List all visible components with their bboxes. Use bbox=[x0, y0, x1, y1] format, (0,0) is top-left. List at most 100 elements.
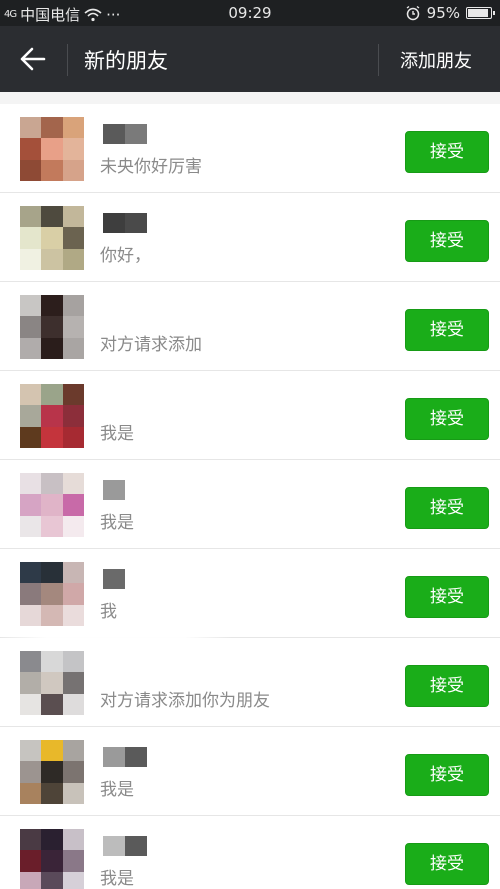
accept-button[interactable]: 接受 bbox=[405, 576, 489, 618]
accept-button[interactable]: 接受 bbox=[405, 665, 489, 707]
avatar[interactable] bbox=[20, 651, 84, 715]
mosaic-block bbox=[103, 569, 125, 589]
avatar-pixel bbox=[62, 248, 84, 270]
avatar-pixel bbox=[20, 782, 42, 804]
mosaic-block bbox=[125, 124, 147, 144]
friend-request-row[interactable]: 对方请求添加你为朋友 接受 bbox=[0, 638, 500, 727]
avatar-pixel bbox=[41, 295, 63, 317]
friend-request-row[interactable]: 我是 接受 bbox=[0, 727, 500, 816]
avatar-pixel bbox=[62, 515, 84, 537]
avatar[interactable] bbox=[20, 562, 84, 626]
avatar[interactable] bbox=[20, 384, 84, 448]
accept-button[interactable]: 接受 bbox=[405, 843, 489, 885]
avatar-pixel bbox=[62, 337, 84, 359]
avatar-pixel bbox=[62, 562, 84, 584]
avatar-pixel bbox=[41, 604, 63, 626]
request-message: 我是 bbox=[100, 869, 134, 889]
blur-overlay bbox=[0, 626, 232, 648]
avatar-pixel bbox=[20, 405, 42, 427]
avatar-pixel bbox=[20, 337, 42, 359]
accept-button[interactable]: 接受 bbox=[405, 398, 489, 440]
avatar-pixel bbox=[41, 473, 63, 495]
contact-name-redacted bbox=[103, 213, 147, 233]
avatar-pixel bbox=[62, 227, 84, 249]
battery-percent: 95% bbox=[426, 4, 460, 22]
mosaic-block bbox=[125, 213, 147, 233]
accept-button[interactable]: 接受 bbox=[405, 754, 489, 796]
nav-bar: 新的朋友 添加朋友 bbox=[0, 26, 500, 92]
friend-request-row[interactable]: 我是 接受 bbox=[0, 460, 500, 549]
friend-request-row[interactable]: 对方请求添加 接受 bbox=[0, 282, 500, 371]
request-message: 你好， bbox=[100, 246, 151, 266]
avatar-pixel bbox=[41, 651, 63, 673]
avatar-pixel bbox=[20, 604, 42, 626]
avatar-pixel bbox=[20, 761, 42, 783]
avatar-pixel bbox=[41, 384, 63, 406]
avatar-pixel bbox=[62, 473, 84, 495]
avatar-pixel bbox=[62, 583, 84, 605]
mosaic-block bbox=[103, 747, 125, 767]
mosaic-block bbox=[103, 213, 125, 233]
avatar-pixel bbox=[62, 159, 84, 181]
avatar-pixel bbox=[62, 295, 84, 317]
contact-name-redacted bbox=[103, 747, 147, 767]
avatar-pixel bbox=[41, 829, 63, 851]
contact-name-redacted bbox=[103, 480, 125, 500]
request-message: 对方请求添加你为朋友 bbox=[100, 691, 270, 711]
friend-request-row[interactable]: 我是 接受 bbox=[0, 371, 500, 460]
avatar-pixel bbox=[41, 159, 63, 181]
avatar-pixel bbox=[20, 295, 42, 317]
accept-button[interactable]: 接受 bbox=[405, 487, 489, 529]
request-message: 我是 bbox=[100, 780, 134, 800]
avatar[interactable] bbox=[20, 295, 84, 359]
avatar-pixel bbox=[20, 829, 42, 851]
avatar[interactable] bbox=[20, 740, 84, 804]
avatar-pixel bbox=[62, 693, 84, 715]
avatar-pixel bbox=[41, 248, 63, 270]
page-title: 新的朋友 bbox=[84, 49, 168, 73]
mosaic-block bbox=[125, 836, 147, 856]
avatar-pixel bbox=[62, 117, 84, 139]
avatar-pixel bbox=[41, 206, 63, 228]
request-message: 未央你好厉害 bbox=[100, 157, 202, 177]
avatar-pixel bbox=[20, 206, 42, 228]
avatar-pixel bbox=[20, 316, 42, 338]
accept-button[interactable]: 接受 bbox=[405, 309, 489, 351]
avatar-pixel bbox=[20, 515, 42, 537]
accept-button[interactable]: 接受 bbox=[405, 131, 489, 173]
friend-request-row[interactable]: 我是 接受 bbox=[0, 816, 500, 889]
avatar-pixel bbox=[20, 494, 42, 516]
avatar-pixel bbox=[62, 651, 84, 673]
friend-request-row[interactable]: 你好， 接受 bbox=[0, 193, 500, 282]
avatar-pixel bbox=[20, 473, 42, 495]
avatar[interactable] bbox=[20, 829, 84, 889]
list-top-shadow bbox=[0, 92, 500, 104]
avatar-pixel bbox=[62, 604, 84, 626]
battery-icon bbox=[466, 7, 495, 19]
avatar-pixel bbox=[62, 782, 84, 804]
avatar-pixel bbox=[20, 248, 42, 270]
avatar-pixel bbox=[62, 138, 84, 160]
friend-request-row[interactable]: 我 接受 bbox=[0, 549, 500, 638]
back-button[interactable] bbox=[12, 40, 56, 78]
avatar-pixel bbox=[41, 562, 63, 584]
avatar-pixel bbox=[41, 583, 63, 605]
avatar-pixel bbox=[41, 782, 63, 804]
request-message: 我是 bbox=[100, 513, 134, 533]
avatar[interactable] bbox=[20, 473, 84, 537]
avatar[interactable] bbox=[20, 117, 84, 181]
friend-request-row[interactable]: 未央你好厉害 接受 bbox=[0, 104, 500, 193]
add-friend-button[interactable]: 添加朋友 bbox=[400, 47, 472, 73]
back-arrow-icon bbox=[20, 47, 46, 71]
avatar[interactable] bbox=[20, 206, 84, 270]
avatar-pixel bbox=[62, 672, 84, 694]
avatar-pixel bbox=[20, 850, 42, 872]
avatar-pixel bbox=[41, 316, 63, 338]
avatar-pixel bbox=[20, 227, 42, 249]
avatar-pixel bbox=[62, 850, 84, 872]
request-message: 我 bbox=[100, 602, 117, 622]
accept-button[interactable]: 接受 bbox=[405, 220, 489, 262]
avatar-pixel bbox=[41, 740, 63, 762]
avatar-pixel bbox=[62, 494, 84, 516]
avatar-pixel bbox=[20, 159, 42, 181]
